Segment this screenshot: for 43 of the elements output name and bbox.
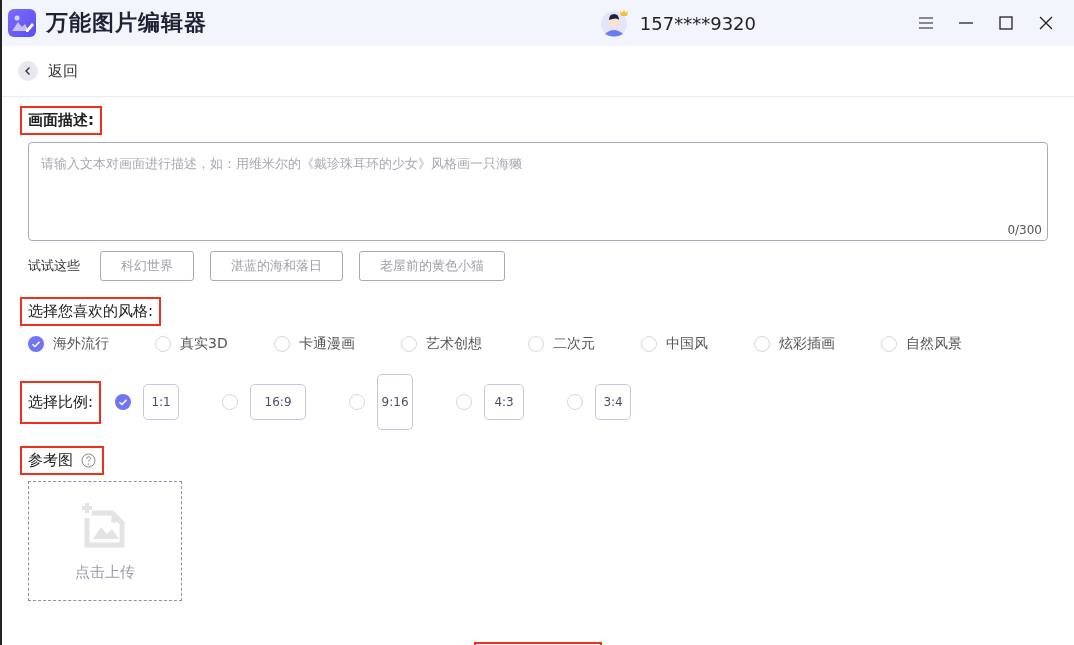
style-option-label[interactable]: 自然风景 (905, 335, 962, 353)
section-label: 选择比例: (28, 392, 94, 412)
style-option-label[interactable]: 炫彩插画 (778, 335, 835, 353)
radio-icon[interactable] (753, 336, 770, 352)
user-phone: 157****9320 (639, 12, 756, 34)
maximize-icon (998, 15, 1014, 31)
checked-radio-icon[interactable] (115, 394, 132, 410)
ratio-option[interactable]: 9:16 (377, 374, 414, 430)
app-logo-icon (8, 9, 36, 37)
character-counter: 0/300 (1007, 223, 1042, 237)
help-icon[interactable] (81, 453, 96, 468)
radio-icon[interactable] (400, 336, 417, 352)
ratio-option[interactable]: 16:9 (250, 384, 307, 420)
radio-icon[interactable] (222, 394, 239, 410)
style-option-label[interactable]: 海外流行 (53, 335, 109, 353)
ratio-option[interactable]: 3:4 (595, 384, 632, 420)
radio-icon[interactable] (273, 336, 290, 352)
style-option-label[interactable]: 中国风 (665, 335, 708, 353)
menu-icon (918, 15, 934, 31)
style-option-label[interactable]: 艺术创想 (425, 335, 482, 353)
ratio-option[interactable]: 1:1 (143, 384, 180, 420)
back-icon (18, 61, 38, 81)
minimize-icon (958, 22, 974, 24)
suggestions-label: 试试这些 (28, 257, 80, 275)
user-avatar-icon[interactable] (599, 8, 630, 38)
section-label: 选择您喜欢的风格: (28, 302, 154, 321)
back-button[interactable]: 返回 (18, 61, 78, 81)
checked-radio-icon[interactable] (28, 336, 44, 352)
section-label: 参考图 (28, 451, 73, 470)
radio-icon[interactable] (880, 336, 897, 352)
app-title: 万能图片编辑器 (46, 9, 207, 37)
style-option-label[interactable]: 二次元 (552, 335, 595, 353)
style-option-label[interactable]: 卡通漫画 (298, 335, 355, 353)
style-option-label[interactable]: 真实3D (180, 335, 228, 353)
radio-icon[interactable] (155, 336, 171, 352)
radio-icon[interactable] (349, 394, 366, 410)
section-label: 画面描述: (28, 111, 94, 130)
radio-icon[interactable] (567, 394, 584, 410)
radio-icon[interactable] (527, 336, 544, 352)
radio-icon[interactable] (456, 394, 473, 410)
close-icon (1038, 15, 1054, 31)
radio-icon[interactable] (640, 336, 657, 352)
ratio-option[interactable]: 4:3 (484, 384, 525, 420)
